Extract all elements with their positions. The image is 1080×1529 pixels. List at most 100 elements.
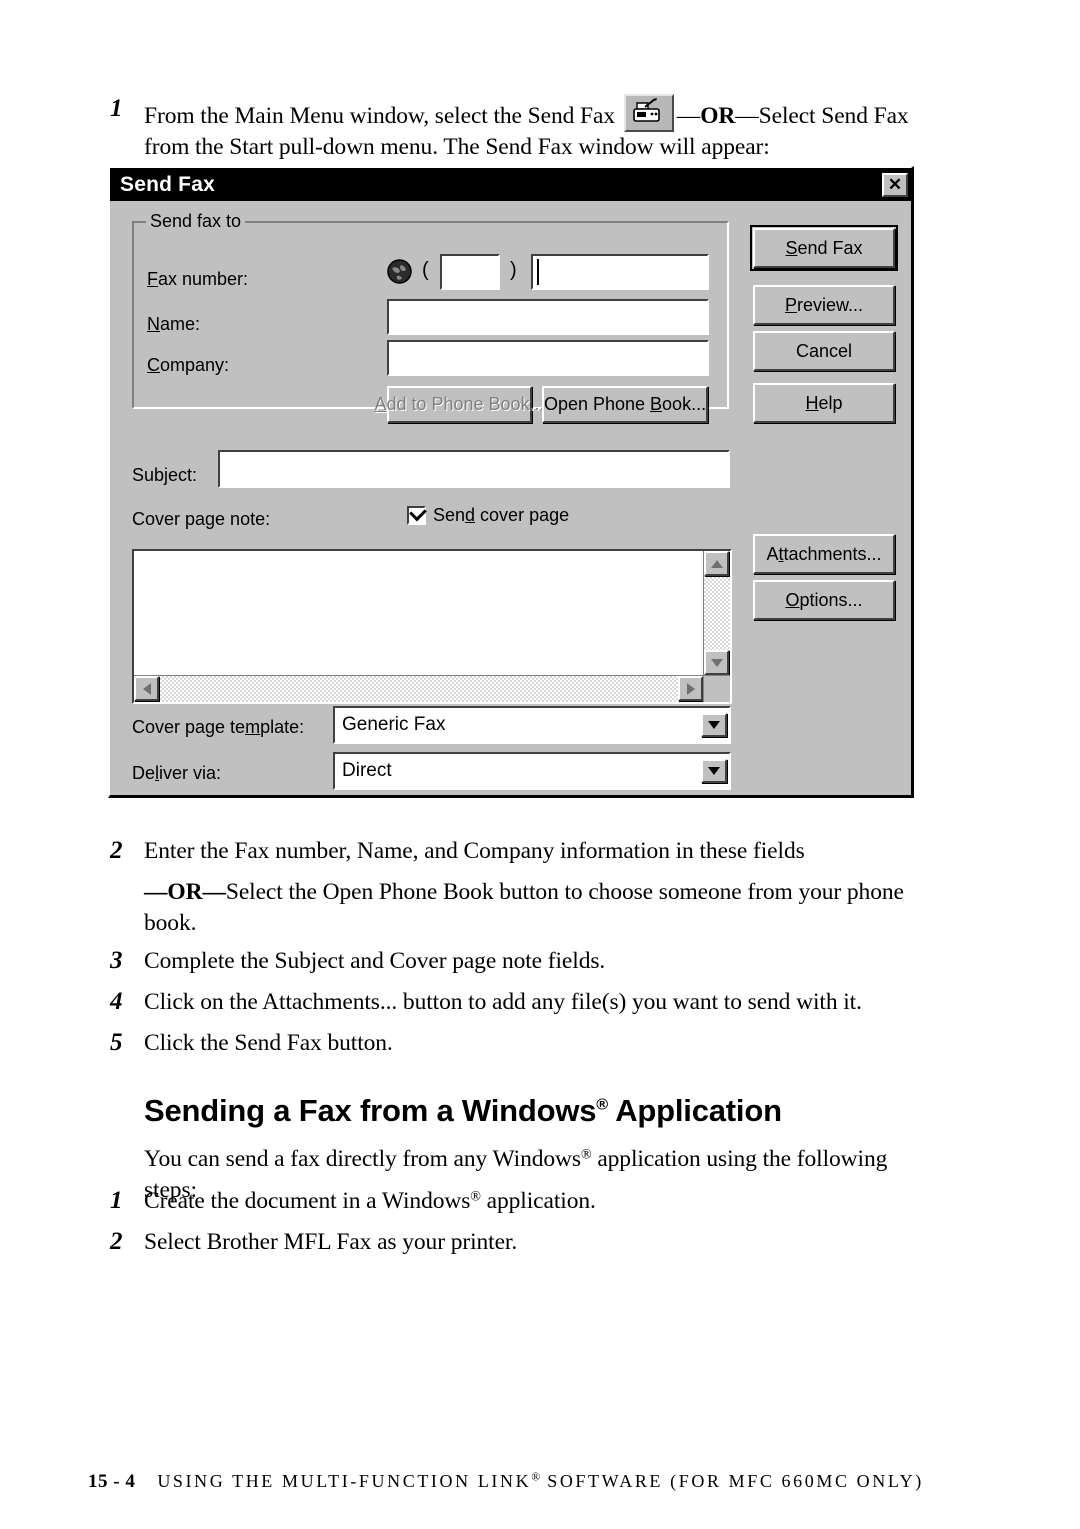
step-1-em-dash-2: — [735, 103, 759, 129]
or-paragraph: —OR—Select the Open Phone Book button to… [144, 877, 934, 939]
registered-icon: ® [470, 1188, 481, 1205]
bottom-step-2-pre: Select Brother MFL Fax as your printer. [144, 1229, 518, 1255]
cover-page-template-label: Cover page template: [132, 717, 305, 737]
fax-number-field[interactable] [531, 254, 709, 290]
scroll-right-button[interactable] [678, 676, 703, 701]
company-field[interactable] [387, 340, 709, 376]
dialog-titlebar[interactable]: Send Fax ✕ [110, 168, 911, 201]
area-code-value [442, 253, 448, 276]
horizontal-scrollbar[interactable] [134, 675, 703, 702]
intro-pre: You can send a fax directly from any Win… [144, 1146, 581, 1172]
company-value [389, 339, 395, 362]
document-page: 1 From the Main Menu window, select the … [0, 0, 1080, 1529]
page-title-post: Application [607, 1093, 782, 1128]
step-2-number: 2 [110, 837, 123, 864]
dialog-body: Send fax to Fax number: ( ) Name: Compan… [110, 201, 911, 797]
bottom-step-2-number: 2 [110, 1228, 123, 1255]
preview-button[interactable]: Preview... [753, 285, 895, 325]
chevron-up-icon [710, 559, 723, 568]
cover-page-template-combobox[interactable]: Generic Fax [333, 706, 731, 744]
add-to-phone-book-label: Add to Phone Book... [374, 394, 545, 414]
chevron-left-icon [142, 682, 151, 695]
globe-icon [387, 259, 412, 284]
add-to-phone-book-button[interactable]: Add to Phone Book... [374, 386, 545, 423]
bottom-step-2-text: Select Brother MFL Fax as your printer. [144, 1227, 517, 1258]
close-icon[interactable]: ✕ [882, 172, 908, 197]
chevron-down-icon[interactable] [701, 759, 727, 783]
step-1-number: 1 [110, 95, 123, 122]
bottom-step-1: 1 Create the document in a Windows® appl… [110, 1186, 940, 1217]
text-caret [537, 259, 539, 285]
step-1-em-dash-1: — [676, 103, 701, 129]
send-cover-page-checkbox[interactable] [407, 503, 427, 525]
bottom-step-2: 2 Select Brother MFL Fax as your printer… [110, 1227, 940, 1258]
deliver-via-label: Deliver via: [132, 763, 222, 783]
bottom-step-1-post: application. [480, 1188, 596, 1214]
or-label: OR [167, 879, 203, 905]
subject-label: Subject: [132, 465, 198, 485]
step-2-text: Enter the Fax number, Name, and Company … [144, 838, 805, 864]
scroll-left-button[interactable] [134, 676, 159, 701]
attachments-button[interactable]: Attachments... [753, 534, 895, 574]
registered-icon: ® [531, 1470, 541, 1484]
dialog-title: Send Fax [120, 172, 215, 196]
scrollbar-corner [703, 675, 730, 702]
preview-button-label: Preview... [784, 294, 864, 315]
step-3: 3 Complete the Subject and Cover page no… [110, 946, 940, 977]
company-label: Company: [147, 355, 230, 375]
name-value [389, 298, 395, 321]
open-phone-book-label: Open Phone Book... [543, 394, 707, 414]
help-button-label: Help [805, 392, 843, 413]
options-button-label: Options... [785, 589, 863, 610]
footer-title: USING THE MULTI-FUNCTION LINK® SOFTWARE … [157, 1470, 924, 1491]
fax-machine-icon [623, 94, 674, 132]
page-title: Sending a Fax from a Windows® Applicatio… [144, 1093, 782, 1129]
name-label: Name: [147, 314, 201, 334]
scroll-up-button[interactable] [704, 551, 729, 576]
cancel-button[interactable]: Cancel [753, 331, 895, 371]
step-1-text-before: From the Main Menu window, select the Se… [144, 103, 615, 129]
step-4: 4 Click on the Attachments... button to … [110, 987, 940, 1018]
cover-page-note-label: Cover page note: [132, 509, 271, 529]
help-button[interactable]: Help [753, 383, 895, 423]
page-title-pre: Sending a Fax from a Windows [144, 1093, 597, 1128]
registered-icon: ® [596, 1095, 608, 1114]
check-icon [409, 503, 427, 522]
cover-page-template-value: Generic Fax [342, 714, 446, 735]
or-dash-1: — [144, 879, 168, 905]
or-paragraph-text: Select the Open Phone Book button to cho… [144, 879, 904, 936]
scroll-down-button[interactable] [704, 650, 729, 675]
send-fax-dialog: Send Fax ✕ Send fax to Fax number: () N… [108, 166, 914, 798]
step-1: 1 From the Main Menu window, select the … [110, 94, 930, 163]
step-3-text: Complete the Subject and Cover page note… [144, 948, 606, 974]
open-phone-book-button[interactable]: Open Phone Book... [542, 386, 708, 423]
deliver-via-combobox[interactable]: Direct [333, 752, 731, 790]
registered-icon: ® [580, 1146, 592, 1163]
step-4-text: Click on the Attachments... button to ad… [144, 989, 862, 1015]
cover-page-note-textarea[interactable] [132, 549, 732, 704]
step-5-number: 5 [110, 1029, 123, 1056]
attachments-button-label: Attachments... [766, 543, 882, 564]
bottom-step-1-pre: Create the document in a Windows [144, 1188, 471, 1214]
subject-field[interactable] [218, 450, 730, 488]
step-3-number: 3 [110, 947, 123, 974]
area-code-paren-open: ( [422, 259, 429, 281]
name-field[interactable] [387, 299, 709, 335]
area-code-field[interactable] [440, 254, 500, 290]
options-button[interactable]: Options... [753, 580, 895, 620]
page-footer: 15 - 4 USING THE MULTI-FUNCTION LINK® SOF… [88, 1471, 988, 1493]
step-1-or: OR [700, 103, 736, 129]
step-2: 2 Enter the Fax number, Name, and Compan… [110, 836, 940, 867]
send-fax-button[interactable]: Send Fax [750, 225, 898, 271]
step-1-text: From the Main Menu window, select the Se… [144, 94, 930, 163]
chevron-right-icon [686, 682, 695, 695]
vertical-scrollbar[interactable] [703, 551, 730, 675]
send-cover-page-checkbox-row[interactable]: Send cover page [407, 503, 569, 526]
chevron-down-icon[interactable] [701, 713, 727, 737]
send-fax-button-label: Send Fax [785, 237, 863, 258]
bottom-step-1-text: Create the document in a Windows® applic… [144, 1186, 596, 1217]
step-5: 5 Click the Send Fax button. [110, 1028, 940, 1059]
area-code-paren-close: ) [510, 259, 517, 281]
cancel-button-label: Cancel [795, 340, 853, 361]
subject-value [220, 449, 226, 472]
